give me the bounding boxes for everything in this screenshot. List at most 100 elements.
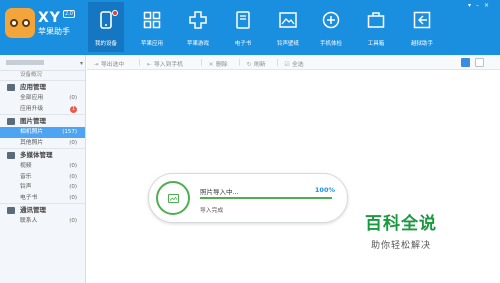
- import-icon: ⇤: [146, 62, 152, 68]
- toolbar-divider: [277, 59, 278, 66]
- sidebar-item-all-apps[interactable]: 全部应用 (0): [0, 93, 85, 104]
- nav-label: 电子书: [234, 41, 252, 47]
- brand-version: 2.0: [62, 10, 75, 18]
- progress-fill: [200, 197, 332, 199]
- section-title: 多媒体管理: [20, 151, 53, 159]
- toolbar-divider: [239, 59, 240, 66]
- notification-dot: [112, 10, 118, 16]
- nav-ringtones-wallpapers[interactable]: 铃声壁纸: [270, 2, 306, 52]
- sidebar-section-apps[interactable]: 应用管理: [0, 80, 85, 93]
- sidebar-item-contacts[interactable]: 联系人 (0): [0, 216, 85, 227]
- apps-grid-icon: [143, 11, 161, 29]
- refresh-button[interactable]: ↻ 刷新: [246, 59, 266, 68]
- nav-label: 越狱助手: [410, 41, 433, 47]
- sidebar-item-label: 其他照片: [20, 139, 44, 146]
- progress-status: 导入完成: [200, 208, 224, 214]
- sidebar-section-media[interactable]: 多媒体管理: [0, 148, 85, 161]
- toolbox-icon: [367, 12, 385, 28]
- device-selector[interactable]: ▾: [0, 55, 85, 71]
- import-progress-card: 照片导入中... 100% 导入完成: [148, 173, 348, 223]
- minimize-icon[interactable]: –: [476, 2, 484, 9]
- grid-view-button[interactable]: [461, 58, 470, 67]
- picture-icon: [7, 118, 15, 125]
- sidebar-item-label: 相机照片: [20, 129, 44, 135]
- nav-my-device[interactable]: 我的设备: [88, 2, 124, 52]
- progress-circle: [156, 181, 190, 215]
- nav-phone-checkup[interactable]: 手机体检: [313, 2, 349, 52]
- nav-label: 苹果应用: [140, 41, 163, 47]
- sidebar-item-label: 视频: [20, 163, 32, 169]
- contacts-icon: [7, 207, 15, 214]
- toolbar: ⇥ 导出选中 ⇤ 导入到手机 ✕ 删除 ↻ 刷新 ☑ 全选: [87, 55, 500, 70]
- delete-label: 删除: [216, 62, 228, 68]
- nav-jailbreak-assistant[interactable]: 越狱助手: [404, 2, 440, 52]
- device-name-placeholder: [6, 60, 44, 65]
- export-selected-label: 导出选中: [101, 62, 125, 68]
- chevron-down-icon[interactable]: ▾: [80, 60, 83, 67]
- checkbox-icon: ☑: [284, 62, 290, 68]
- select-all-button[interactable]: ☑ 全选: [284, 59, 304, 68]
- watermark-subtitle: 助你轻松解决: [371, 241, 432, 251]
- sidebar-item-ebooks[interactable]: 电子书 (0): [0, 193, 85, 204]
- nav-label: 手机体检: [319, 41, 342, 47]
- select-all-label: 全选: [292, 62, 304, 68]
- sidebar-item-ringtones[interactable]: 铃声 (0): [0, 182, 85, 193]
- progress-percent: 100%: [314, 186, 335, 194]
- brand-title: XY: [38, 10, 61, 26]
- nav-apple-games[interactable]: 苹果游戏: [180, 2, 216, 52]
- sidebar-item-label: 铃声: [20, 184, 32, 190]
- export-selected-button[interactable]: ⇥ 导出选中: [93, 59, 125, 68]
- sidebar-item-label: 全部应用: [20, 95, 44, 101]
- update-badge: 1: [70, 105, 77, 113]
- sidebar-item-device-overview[interactable]: 设备概况: [0, 71, 85, 80]
- section-title: 应用管理: [20, 83, 46, 91]
- media-icon: [7, 152, 15, 159]
- section-title: 通讯管理: [20, 206, 46, 214]
- import-to-phone-label: 导入到手机: [154, 62, 183, 68]
- logo-eye-icon: [22, 19, 30, 27]
- nav-label: 工具箱: [367, 41, 385, 47]
- sidebar-item-label: 电子书: [20, 194, 38, 201]
- sidebar-item-other-photos[interactable]: 其他照片 (0): [0, 138, 85, 149]
- progress-track: [200, 197, 332, 199]
- section-title: 图片管理: [20, 117, 46, 125]
- sidebar-item-app-updates[interactable]: 应用升级 1: [0, 104, 85, 115]
- nav-label: 苹果游戏: [186, 41, 209, 47]
- sidebar-item-label: 应用升级: [20, 105, 44, 112]
- sidebar-item-camera-photos[interactable]: 相机照片 (157): [0, 127, 85, 138]
- close-icon[interactable]: ×: [484, 2, 494, 9]
- xy-logo: [5, 8, 35, 38]
- delete-button[interactable]: ✕ 删除: [208, 59, 228, 68]
- top-bar: XY 2.0 苹果助手 我的设备 苹果应用 苹果游戏 电子书 铃声壁纸 手机体检 …: [0, 0, 500, 55]
- logo-eye-icon: [10, 19, 18, 27]
- toolbar-divider: [139, 59, 140, 66]
- import-to-phone-button[interactable]: ⇤ 导入到手机: [146, 59, 183, 68]
- brand: XY 2.0 苹果助手: [38, 10, 75, 37]
- sidebar-item-label: 音乐: [20, 173, 32, 180]
- plus-circle-icon: [322, 11, 340, 29]
- mountain-icon: [169, 196, 178, 201]
- nav-ebooks[interactable]: 电子书: [225, 2, 261, 52]
- sidebar-item-videos[interactable]: 视频 (0): [0, 161, 85, 172]
- item-count: (0): [69, 163, 77, 169]
- sidebar-section-contacts[interactable]: 通讯管理: [0, 203, 85, 216]
- nav-toolbox[interactable]: 工具箱: [358, 2, 394, 52]
- item-count: (0): [69, 194, 77, 201]
- sidebar-item-music[interactable]: 音乐 (0): [0, 172, 85, 183]
- item-count: (0): [69, 95, 77, 101]
- settings-icon[interactable]: ▾: [468, 2, 476, 9]
- refresh-label: 刷新: [254, 62, 266, 68]
- brand-subtitle: 苹果助手: [38, 27, 70, 36]
- item-count: (0): [69, 139, 77, 146]
- toolbar-divider: [201, 59, 202, 66]
- list-view-button[interactable]: [475, 58, 484, 67]
- sidebar: ▾ 设备概况 应用管理 全部应用 (0) 应用升级 1 图片管理 相机照片 (1…: [0, 55, 86, 283]
- window-controls: ▾–×: [468, 2, 494, 9]
- nav-label: 我的设备: [94, 41, 117, 47]
- item-count: (0): [69, 218, 77, 224]
- nav-apple-apps[interactable]: 苹果应用: [134, 2, 170, 52]
- gamepad-icon: [189, 11, 207, 29]
- sidebar-item-label: 联系人: [20, 218, 38, 224]
- sidebar-section-pictures[interactable]: 图片管理: [0, 114, 85, 127]
- item-count: (0): [69, 173, 77, 180]
